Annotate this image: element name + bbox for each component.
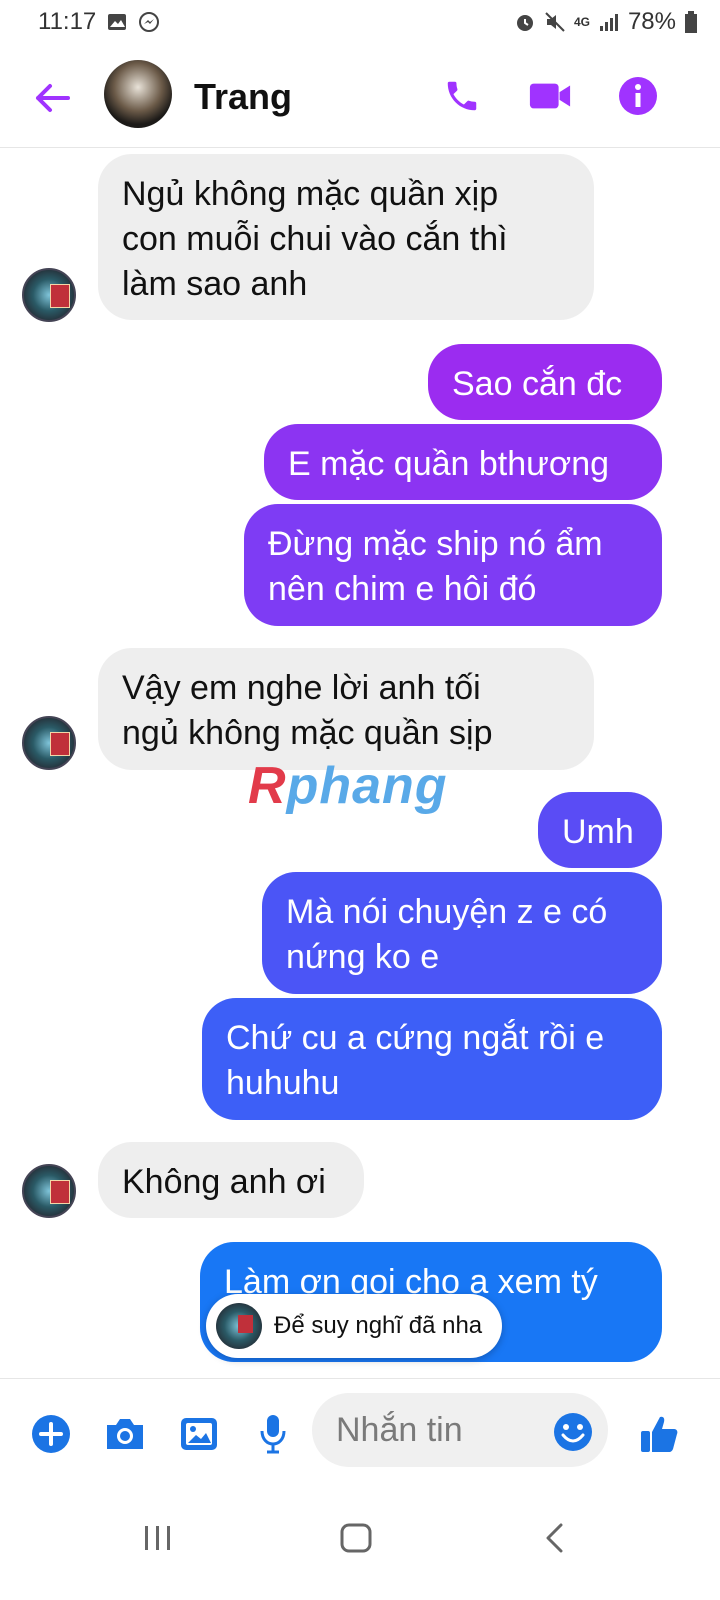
phone-icon <box>447 81 477 111</box>
outgoing-message[interactable]: Sao cắn đc <box>428 344 662 420</box>
contact-avatar[interactable] <box>104 60 172 128</box>
watermark-logo: Rphang <box>248 756 448 816</box>
watermark-part-2: phang <box>286 757 448 815</box>
emoji-button[interactable] <box>552 1411 594 1453</box>
composer-bar <box>0 1378 720 1486</box>
conversation-header: Trang <box>0 46 720 148</box>
messenger-notification-icon <box>139 12 160 32</box>
watermark-part-1: R <box>248 757 287 815</box>
preview-avatar <box>216 1303 262 1349</box>
info-icon <box>619 77 657 115</box>
video-call-button[interactable] <box>528 74 572 118</box>
contact-name[interactable]: Trang <box>194 76 292 118</box>
system-navigation-bar <box>0 1486 720 1600</box>
alarm-icon <box>516 15 533 31</box>
battery-icon <box>685 11 697 33</box>
incoming-message[interactable]: Không anh ơi <box>98 1142 364 1218</box>
signal-icon <box>599 14 618 31</box>
status-time: 11:17 <box>38 8 97 35</box>
thumbs-up-icon <box>641 1416 678 1452</box>
preview-text: Để suy nghĩ đã nha <box>274 1312 483 1339</box>
sender-avatar[interactable] <box>22 716 76 770</box>
plus-circle-icon <box>32 1415 70 1453</box>
back-nav-button[interactable] <box>524 1508 584 1568</box>
voice-message-button[interactable] <box>248 1409 298 1459</box>
mute-icon <box>545 12 565 32</box>
video-camera-icon <box>529 83 571 109</box>
incoming-message[interactable]: Vậy em nghe lời anh tối ngủ không mặc qu… <box>98 648 594 770</box>
recent-apps-icon <box>145 1526 170 1550</box>
microphone-icon <box>260 1415 286 1454</box>
like-button[interactable] <box>634 1409 684 1459</box>
recent-apps-button[interactable] <box>128 1508 188 1568</box>
back-arrow-icon <box>36 84 70 112</box>
outgoing-message[interactable]: Umh <box>538 792 662 868</box>
outgoing-message[interactable]: E mặc quần bthương <box>264 424 662 500</box>
outgoing-message[interactable]: Mà nói chuyện z e có nứng ko e <box>262 872 662 994</box>
chevron-left-icon <box>546 1523 563 1553</box>
smiley-icon <box>554 1413 592 1451</box>
image-icon <box>181 1418 217 1450</box>
sender-avatar[interactable] <box>22 1164 76 1218</box>
home-button[interactable] <box>326 1508 386 1568</box>
more-actions-button[interactable] <box>26 1409 76 1459</box>
incoming-message[interactable]: Ngủ không mặc quần xịp con muỗi chui vào… <box>98 154 594 320</box>
outgoing-message[interactable]: Đừng mặc ship nó ẩm nên chim e hôi đó <box>244 504 662 626</box>
voice-call-button[interactable] <box>440 74 484 118</box>
sender-avatar[interactable] <box>22 268 76 322</box>
status-bar: 11:17 4G 78% <box>0 0 720 44</box>
gallery-icon <box>108 14 127 30</box>
back-button[interactable] <box>32 78 72 118</box>
gallery-button[interactable] <box>174 1409 224 1459</box>
home-icon <box>340 1523 372 1553</box>
camera-icon <box>107 1419 143 1449</box>
typing-preview[interactable]: Để suy nghĩ đã nha <box>206 1294 503 1358</box>
camera-button[interactable] <box>100 1409 150 1459</box>
network-type: 4G <box>573 15 590 29</box>
info-button[interactable] <box>616 74 660 118</box>
battery-percent: 78% <box>627 8 676 35</box>
outgoing-message[interactable]: Chứ cu a cứng ngắt rồi e huhuhu <box>202 998 662 1120</box>
